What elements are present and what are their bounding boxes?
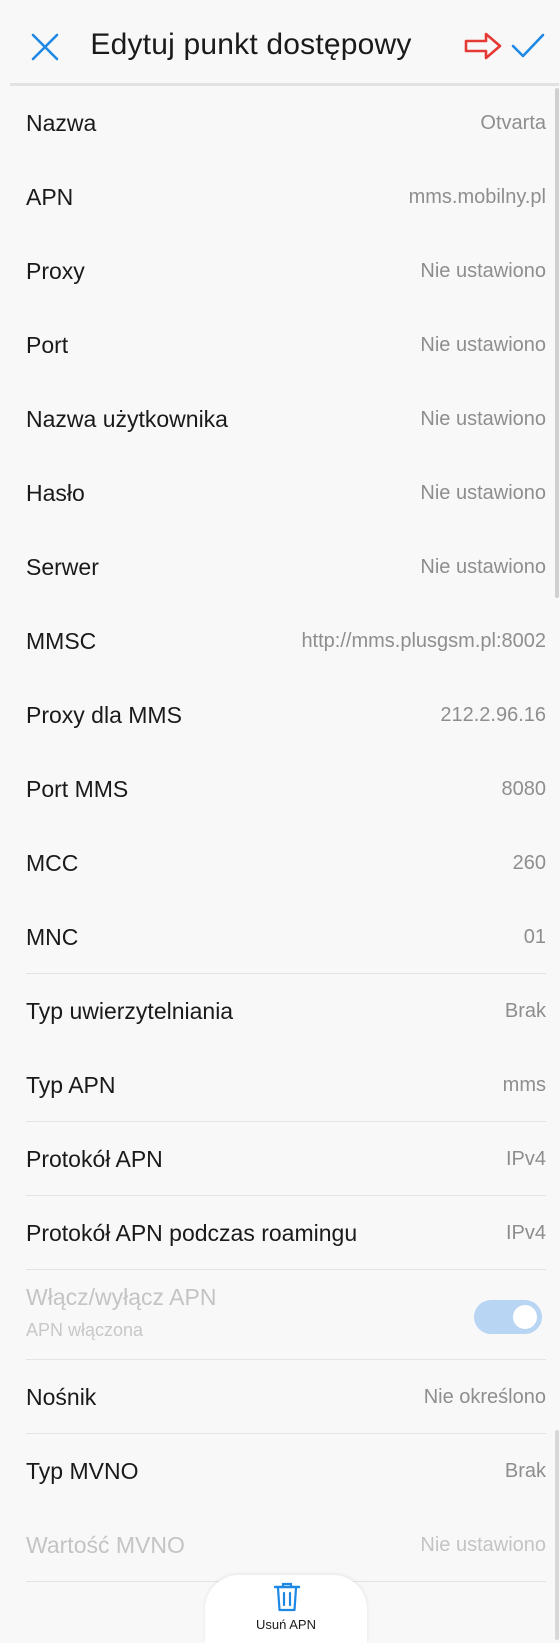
close-button[interactable] <box>28 30 62 64</box>
page-title: Edytuj punkt dostępowy <box>90 28 412 61</box>
apn-enable-row: Włącz/wyłącz APN APN włączona <box>0 1270 560 1360</box>
field-mmsc[interactable]: MMSC http://mms.plusgsm.pl:8002 <box>0 604 560 678</box>
save-button[interactable] <box>508 28 548 64</box>
field-value: Nie określono <box>423 1386 546 1408</box>
field-label: Typ MVNO <box>26 1458 139 1484</box>
apn-enable-status: APN włączona <box>26 1320 144 1340</box>
field-mvno-value: Wartość MVNO Nie ustawiono <box>0 1508 560 1582</box>
field-value: Nie ustawiono <box>420 408 546 430</box>
field-label: APN <box>26 184 74 210</box>
scrollbar[interactable] <box>555 88 559 598</box>
field-label: Proxy <box>26 258 85 284</box>
field-mms-port[interactable]: Port MMS 8080 <box>0 752 560 826</box>
field-bearer[interactable]: Nośnik Nie określono <box>0 1360 560 1434</box>
field-value: Brak <box>504 1000 546 1022</box>
field-proxy[interactable]: Proxy Nie ustawiono <box>0 234 560 308</box>
delete-apn-label: Usuń APN <box>256 1617 316 1632</box>
field-value: Nie ustawiono <box>420 334 546 356</box>
apn-enable-toggle <box>474 1300 542 1334</box>
field-label: Serwer <box>26 554 99 580</box>
field-label: Protokół APN podczas roamingu <box>26 1220 358 1246</box>
edit-apn-screen: Edytuj punkt dostępowy Nazwa Otvarta APN… <box>0 0 560 1643</box>
app-bar: Edytuj punkt dostępowy <box>0 0 560 86</box>
field-apn-roaming-protocol[interactable]: Protokół APN podczas roamingu IPv4 <box>0 1196 560 1270</box>
field-value: IPv4 <box>505 1222 546 1244</box>
toggle-knob <box>513 1305 537 1329</box>
field-value: IPv4 <box>505 1148 546 1170</box>
field-value: 01 <box>523 926 546 948</box>
field-mvno-type[interactable]: Typ MVNO Brak <box>0 1434 560 1508</box>
field-label: Typ uwierzytelniania <box>26 998 234 1024</box>
field-value: Otvarta <box>480 112 546 134</box>
trash-icon <box>273 1582 301 1612</box>
field-label: Protokół APN <box>26 1146 163 1172</box>
field-apn-type[interactable]: Typ APN mms <box>0 1048 560 1122</box>
field-value: mms.mobilny.pl <box>408 186 546 208</box>
field-label: Nazwa użytkownika <box>26 406 228 432</box>
apn-enable-label: Włącz/wyłącz APN <box>26 1284 217 1310</box>
scrollbar-track <box>555 1430 559 1640</box>
field-label: Nośnik <box>26 1384 97 1410</box>
field-password[interactable]: Hasło Nie ustawiono <box>0 456 560 530</box>
field-value: 8080 <box>501 778 547 800</box>
field-value: 260 <box>512 852 546 874</box>
field-value: Nie ustawiono <box>420 482 546 504</box>
field-label: MCC <box>26 850 79 876</box>
field-port[interactable]: Port Nie ustawiono <box>0 308 560 382</box>
field-label: Nazwa <box>26 110 97 136</box>
field-value: Nie ustawiono <box>420 556 546 578</box>
field-label: Proxy dla MMS <box>26 702 182 728</box>
field-label: Port <box>26 332 69 358</box>
delete-apn-button[interactable]: Usuń APN <box>205 1575 367 1643</box>
field-auth-type[interactable]: Typ uwierzytelniania Brak <box>0 974 560 1048</box>
field-server[interactable]: Serwer Nie ustawiono <box>0 530 560 604</box>
field-mcc[interactable]: MCC 260 <box>0 826 560 900</box>
check-icon <box>511 33 545 58</box>
field-username[interactable]: Nazwa użytkownika Nie ustawiono <box>0 382 560 456</box>
field-value: Brak <box>504 1460 546 1482</box>
field-label: MMSC <box>26 628 97 654</box>
field-label: Port MMS <box>26 776 129 802</box>
field-mnc[interactable]: MNC 01 <box>0 900 560 974</box>
field-mms-proxy[interactable]: Proxy dla MMS 212.2.96.16 <box>0 678 560 752</box>
arrow-right-icon <box>464 32 502 60</box>
field-apn[interactable]: APN mms.mobilny.pl <box>0 160 560 234</box>
field-value: 212.2.96.16 <box>440 704 546 726</box>
field-label: MNC <box>26 924 79 950</box>
field-label: Wartość MVNO <box>26 1532 185 1558</box>
field-name[interactable]: Nazwa Otvarta <box>0 86 560 160</box>
field-value: mms <box>502 1074 546 1096</box>
apn-settings-list: Nazwa Otvarta APN mms.mobilny.pl Proxy N… <box>0 86 560 1582</box>
field-label: Hasło <box>26 480 85 506</box>
field-value: Nie ustawiono <box>420 1534 546 1556</box>
close-icon <box>31 33 59 61</box>
field-value: Nie ustawiono <box>420 260 546 282</box>
field-value: http://mms.plusgsm.pl:8002 <box>301 630 546 652</box>
field-apn-protocol[interactable]: Protokół APN IPv4 <box>0 1122 560 1196</box>
field-label: Typ APN <box>26 1072 116 1098</box>
